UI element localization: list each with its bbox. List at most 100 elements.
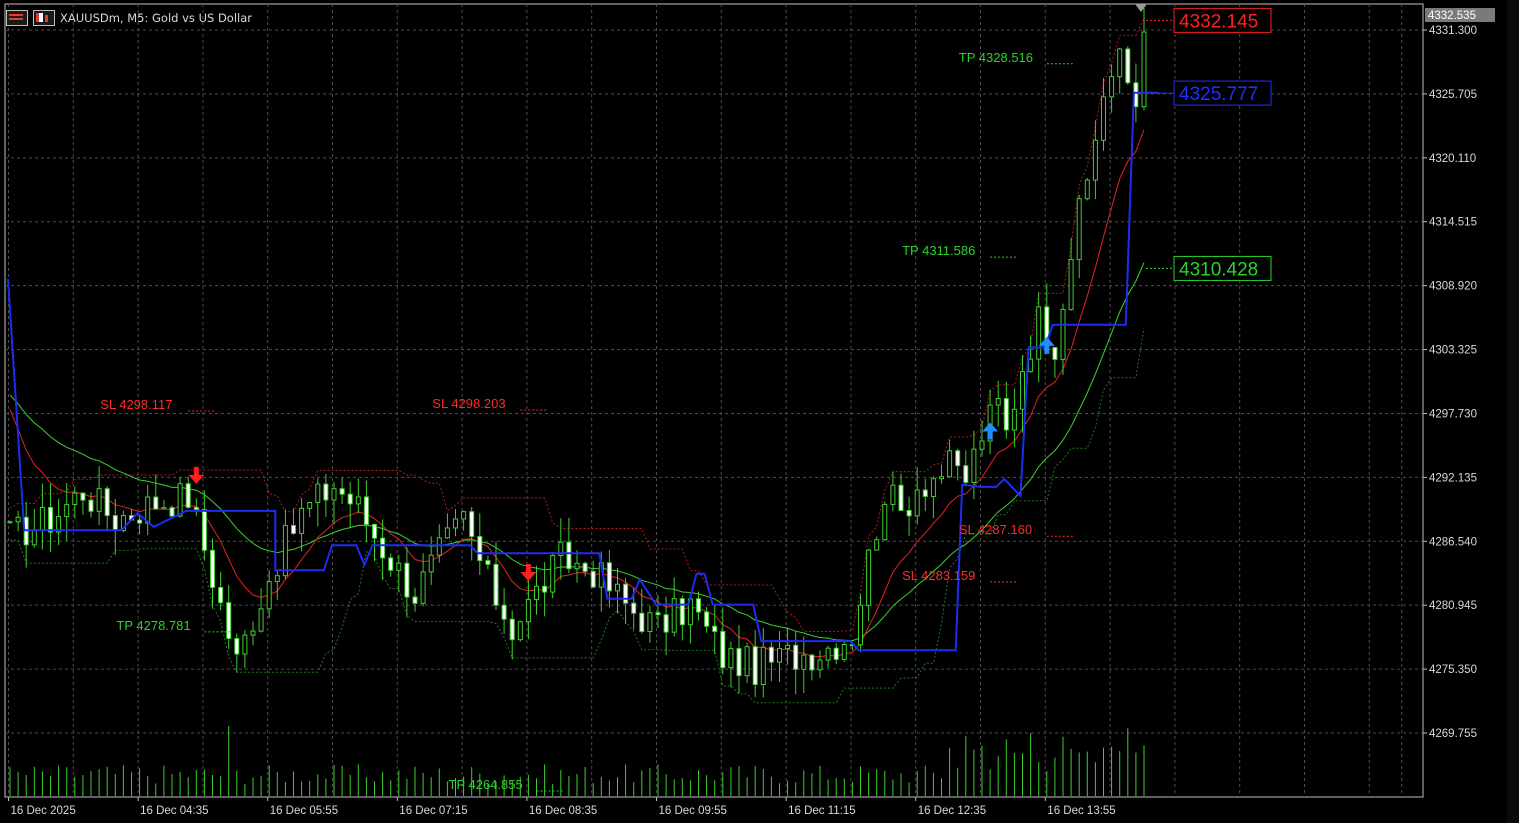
candle-body[interactable] [242, 634, 248, 655]
candle-body[interactable] [96, 488, 102, 512]
one-click-trading-icon[interactable] [33, 10, 55, 26]
candle-body[interactable] [266, 581, 272, 610]
candle-body[interactable] [890, 484, 896, 505]
candle-body[interactable] [72, 492, 78, 506]
candle-body[interactable] [768, 646, 774, 663]
candle-body[interactable] [1028, 358, 1034, 373]
candle-body[interactable] [145, 496, 151, 524]
price-chart[interactable]: SL 4298.117 SL 4298.203 TP 4278.781 TP 4264… [0, 0, 1519, 823]
candle-body[interactable] [566, 541, 572, 570]
candle-body[interactable] [428, 554, 434, 573]
candle-body[interactable] [104, 488, 110, 517]
candle-body[interactable] [663, 614, 669, 633]
candle-body[interactable] [404, 562, 410, 598]
candle-body[interactable] [355, 496, 361, 505]
candle-body[interactable] [550, 554, 556, 593]
candle-body[interactable] [655, 612, 661, 616]
candle-body[interactable] [898, 484, 904, 511]
candle-body[interactable] [809, 654, 815, 671]
candle-body[interactable] [153, 496, 159, 510]
candle-body[interactable] [331, 488, 337, 501]
candle-body[interactable] [234, 638, 240, 655]
candle-body[interactable] [258, 608, 264, 632]
candle-body[interactable] [436, 537, 442, 556]
candle-body[interactable] [874, 539, 880, 551]
candle-body[interactable] [363, 496, 369, 525]
candle-body[interactable] [469, 511, 475, 538]
candle-body[interactable] [477, 536, 483, 562]
candle-body[interactable] [979, 440, 985, 450]
candle-body[interactable] [291, 524, 296, 534]
candle-body[interactable] [299, 507, 305, 534]
candle-body[interactable] [639, 612, 645, 633]
candle-body[interactable] [906, 509, 912, 517]
candle-body[interactable] [785, 644, 791, 650]
candle-body[interactable] [493, 563, 499, 606]
candle-body[interactable] [161, 507, 167, 510]
candle-body[interactable] [728, 648, 734, 669]
candle-body[interactable] [323, 483, 329, 501]
candle-body[interactable] [274, 575, 280, 583]
candle-body[interactable] [193, 506, 199, 511]
candle-body[interactable] [380, 537, 386, 559]
candle-body[interactable] [412, 596, 418, 604]
candle-body[interactable] [866, 549, 872, 606]
candle-body[interactable] [833, 647, 839, 660]
candle-body[interactable] [210, 549, 215, 588]
candle-body[interactable] [939, 476, 944, 480]
candle-body[interactable] [347, 493, 353, 505]
candle-body[interactable] [31, 529, 37, 546]
candle-body[interactable] [930, 478, 936, 497]
candle-body[interactable] [679, 598, 685, 626]
candle-body[interactable] [947, 450, 953, 478]
candle-body[interactable] [1125, 48, 1131, 84]
candle-body[interactable] [185, 483, 191, 508]
candle-body[interactable] [1068, 258, 1074, 310]
candle-body[interactable] [825, 647, 831, 661]
candle-body[interactable] [396, 562, 402, 571]
candle-body[interactable] [1141, 31, 1147, 108]
candle-body[interactable] [1109, 76, 1115, 98]
candle-body[interactable] [1011, 408, 1017, 431]
candle-body[interactable] [282, 524, 288, 577]
candle-body[interactable] [218, 586, 224, 604]
candle-body[interactable] [1084, 179, 1090, 200]
candle-body[interactable] [15, 516, 21, 523]
candle-body[interactable] [582, 562, 588, 572]
candle-body[interactable] [525, 599, 531, 623]
candle-body[interactable] [963, 465, 969, 484]
candle-body[interactable] [444, 527, 450, 539]
candle-body[interactable] [817, 659, 823, 671]
candle-body[interactable] [955, 450, 961, 467]
candle-body[interactable] [793, 644, 799, 670]
candle-body[interactable] [712, 625, 718, 632]
candle-body[interactable] [841, 643, 847, 660]
candle-body[interactable] [453, 518, 458, 529]
candle-body[interactable] [485, 560, 491, 565]
candle-body[interactable] [1076, 198, 1082, 260]
candle-body[interactable] [801, 654, 807, 670]
candle-body[interactable] [720, 630, 726, 669]
candle-body[interactable] [169, 507, 175, 517]
candle-body[interactable] [7, 521, 13, 524]
candle-body[interactable] [914, 489, 920, 517]
candle-body[interactable] [201, 509, 207, 551]
candle-body[interactable] [696, 598, 701, 613]
candle-body[interactable] [882, 503, 888, 541]
candle-body[interactable] [744, 646, 750, 677]
candle-body[interactable] [1117, 48, 1123, 78]
candle-body[interactable] [858, 604, 863, 646]
candle-body[interactable] [922, 489, 928, 497]
candle-body[interactable] [760, 646, 766, 685]
candle-body[interactable] [39, 506, 45, 531]
candle-body[interactable] [777, 648, 782, 663]
candle-body[interactable] [1020, 371, 1025, 410]
candle-body[interactable] [80, 492, 86, 501]
candle-body[interactable] [461, 511, 467, 520]
candle-body[interactable] [1052, 346, 1058, 360]
candle-body[interactable] [704, 611, 710, 627]
candle-body[interactable] [137, 519, 143, 524]
candle-body[interactable] [1036, 306, 1042, 360]
candle-body[interactable] [1060, 308, 1066, 360]
candle-body[interactable] [590, 570, 596, 588]
